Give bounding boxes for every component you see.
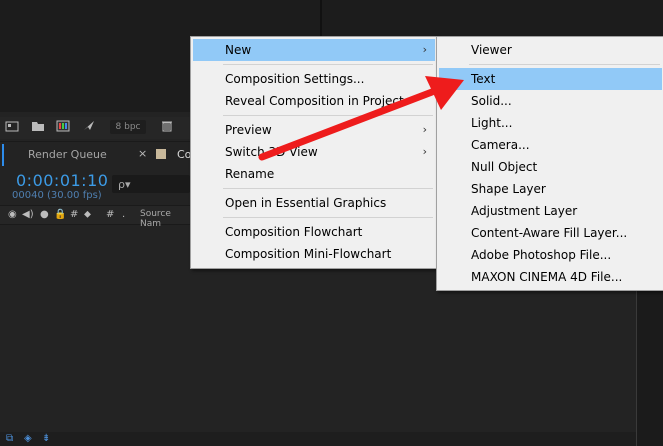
- menu-item-label: Rename: [225, 167, 275, 181]
- interpret-footage-icon[interactable]: [5, 120, 19, 132]
- menu-item-label: New: [225, 43, 252, 57]
- submenu-item-shape-layer[interactable]: Shape Layer: [439, 178, 662, 200]
- menu-separator: [223, 188, 433, 189]
- menu-item-open-essential-graphics[interactable]: Open in Essential Graphics: [193, 192, 435, 214]
- menu-item-label: Reveal Composition in Project: [225, 94, 404, 108]
- column-divider: #: [70, 209, 79, 220]
- menu-item-label: Solid...: [471, 94, 512, 108]
- top-right-panel: [322, 0, 663, 36]
- menu-item-label: Adobe Photoshop File...: [471, 248, 612, 262]
- menu-item-label: Composition Flowchart: [225, 225, 363, 239]
- transfer-controls-icon[interactable]: ◈: [24, 433, 32, 444]
- new-composition-icon[interactable]: [56, 120, 70, 132]
- layer-switches-icon[interactable]: ⧉: [6, 433, 13, 444]
- layer-column-header: ◉ ◀) ● 🔒 # ⬥ # . Source Nam: [0, 205, 192, 229]
- time-stretch-icon[interactable]: ⇟: [42, 433, 50, 444]
- submenu-item-maxon-cinema-4d-file[interactable]: MAXON CINEMA 4D File...: [439, 266, 662, 288]
- audio-toggle-icon[interactable]: ◀): [22, 209, 34, 220]
- menu-item-label: Open in Essential Graphics: [225, 196, 387, 210]
- menu-separator: [223, 217, 433, 218]
- timeline-header: 0:00:01:10 00040 (30.00 fps) ρ▾: [0, 168, 192, 204]
- menu-item-rename[interactable]: Rename: [193, 163, 435, 185]
- submenu-item-text[interactable]: Text: [439, 68, 662, 90]
- submenu-arrow-icon: ›: [422, 123, 427, 136]
- menu-item-new[interactable]: New ›: [193, 39, 435, 61]
- solo-icon[interactable]: ●: [40, 209, 49, 220]
- menu-item-label: MAXON CINEMA 4D File...: [471, 270, 623, 284]
- submenu-arrow-icon: ›: [422, 43, 427, 56]
- menu-separator: [223, 115, 433, 116]
- menu-item-preview[interactable]: Preview ›: [193, 119, 435, 141]
- panel-focus-marker: [2, 144, 4, 166]
- menu-item-label: Preview: [225, 123, 272, 137]
- menu-item-label: Shape Layer: [471, 182, 546, 196]
- submenu-item-viewer[interactable]: Viewer: [439, 39, 662, 61]
- label-tag-icon[interactable]: ⬥: [84, 209, 91, 220]
- tab-render-queue[interactable]: Render Queue: [28, 148, 107, 161]
- video-toggle-icon[interactable]: ◉: [8, 209, 17, 220]
- submenu-item-adobe-photoshop-file[interactable]: Adobe Photoshop File...: [439, 244, 662, 266]
- new-submenu: Viewer Text Solid... Light... Camera... …: [436, 36, 663, 291]
- layer-number-header: #: [106, 209, 115, 220]
- composition-color-swatch: [156, 149, 166, 159]
- menu-item-switch-3d-view[interactable]: Switch 3D View ›: [193, 141, 435, 163]
- menu-item-label: Content-Aware Fill Layer...: [471, 226, 628, 240]
- menu-separator: [223, 64, 433, 65]
- submenu-item-null-object[interactable]: Null Object: [439, 156, 662, 178]
- submenu-arrow-icon: ›: [422, 145, 427, 158]
- frame-and-fps: 00040 (30.00 fps): [12, 190, 102, 201]
- trash-icon[interactable]: [160, 120, 174, 132]
- bit-depth-label[interactable]: 8 bpc: [110, 120, 146, 134]
- submenu-item-solid[interactable]: Solid...: [439, 90, 662, 112]
- current-timecode[interactable]: 0:00:01:10: [16, 171, 108, 190]
- source-name-header[interactable]: Source Nam: [140, 209, 192, 229]
- context-menu: New › Composition Settings... Reveal Com…: [190, 36, 438, 269]
- menu-item-label: Light...: [471, 116, 513, 130]
- menu-item-reveal-composition[interactable]: Reveal Composition in Project: [193, 90, 435, 112]
- render-rocket-icon[interactable]: [82, 120, 96, 132]
- timeline-bottom-bar: ⧉ ◈ ⇟: [0, 432, 636, 446]
- lock-icon[interactable]: 🔒: [54, 209, 66, 220]
- menu-item-label: Switch 3D View: [225, 145, 318, 159]
- close-tab-icon[interactable]: ×: [138, 147, 147, 160]
- timeline-tab-strip: Render Queue × Co: [0, 141, 192, 168]
- menu-item-label: Composition Mini-Flowchart: [225, 247, 392, 261]
- menu-item-label: Text: [471, 72, 496, 86]
- menu-item-composition-mini-flowchart[interactable]: Composition Mini-Flowchart: [193, 243, 435, 265]
- submenu-item-content-aware-fill-layer[interactable]: Content-Aware Fill Layer...: [439, 222, 662, 244]
- project-panel-toolbar: 8 bpc: [0, 117, 192, 139]
- menu-item-label: Adjustment Layer: [471, 204, 578, 218]
- menu-item-composition-settings[interactable]: Composition Settings...: [193, 68, 435, 90]
- submenu-item-light[interactable]: Light...: [439, 112, 662, 134]
- menu-item-label: Viewer: [471, 43, 512, 57]
- menu-item-composition-flowchart[interactable]: Composition Flowchart: [193, 221, 435, 243]
- column-dot: .: [122, 209, 126, 220]
- submenu-item-camera[interactable]: Camera...: [439, 134, 662, 156]
- menu-separator: [469, 64, 660, 65]
- submenu-item-adjustment-layer[interactable]: Adjustment Layer: [439, 200, 662, 222]
- menu-item-label: Null Object: [471, 160, 538, 174]
- search-icon: ρ▾: [118, 178, 131, 191]
- menu-item-label: Camera...: [471, 138, 530, 152]
- menu-item-label: Composition Settings...: [225, 72, 365, 86]
- folder-icon[interactable]: [31, 120, 45, 132]
